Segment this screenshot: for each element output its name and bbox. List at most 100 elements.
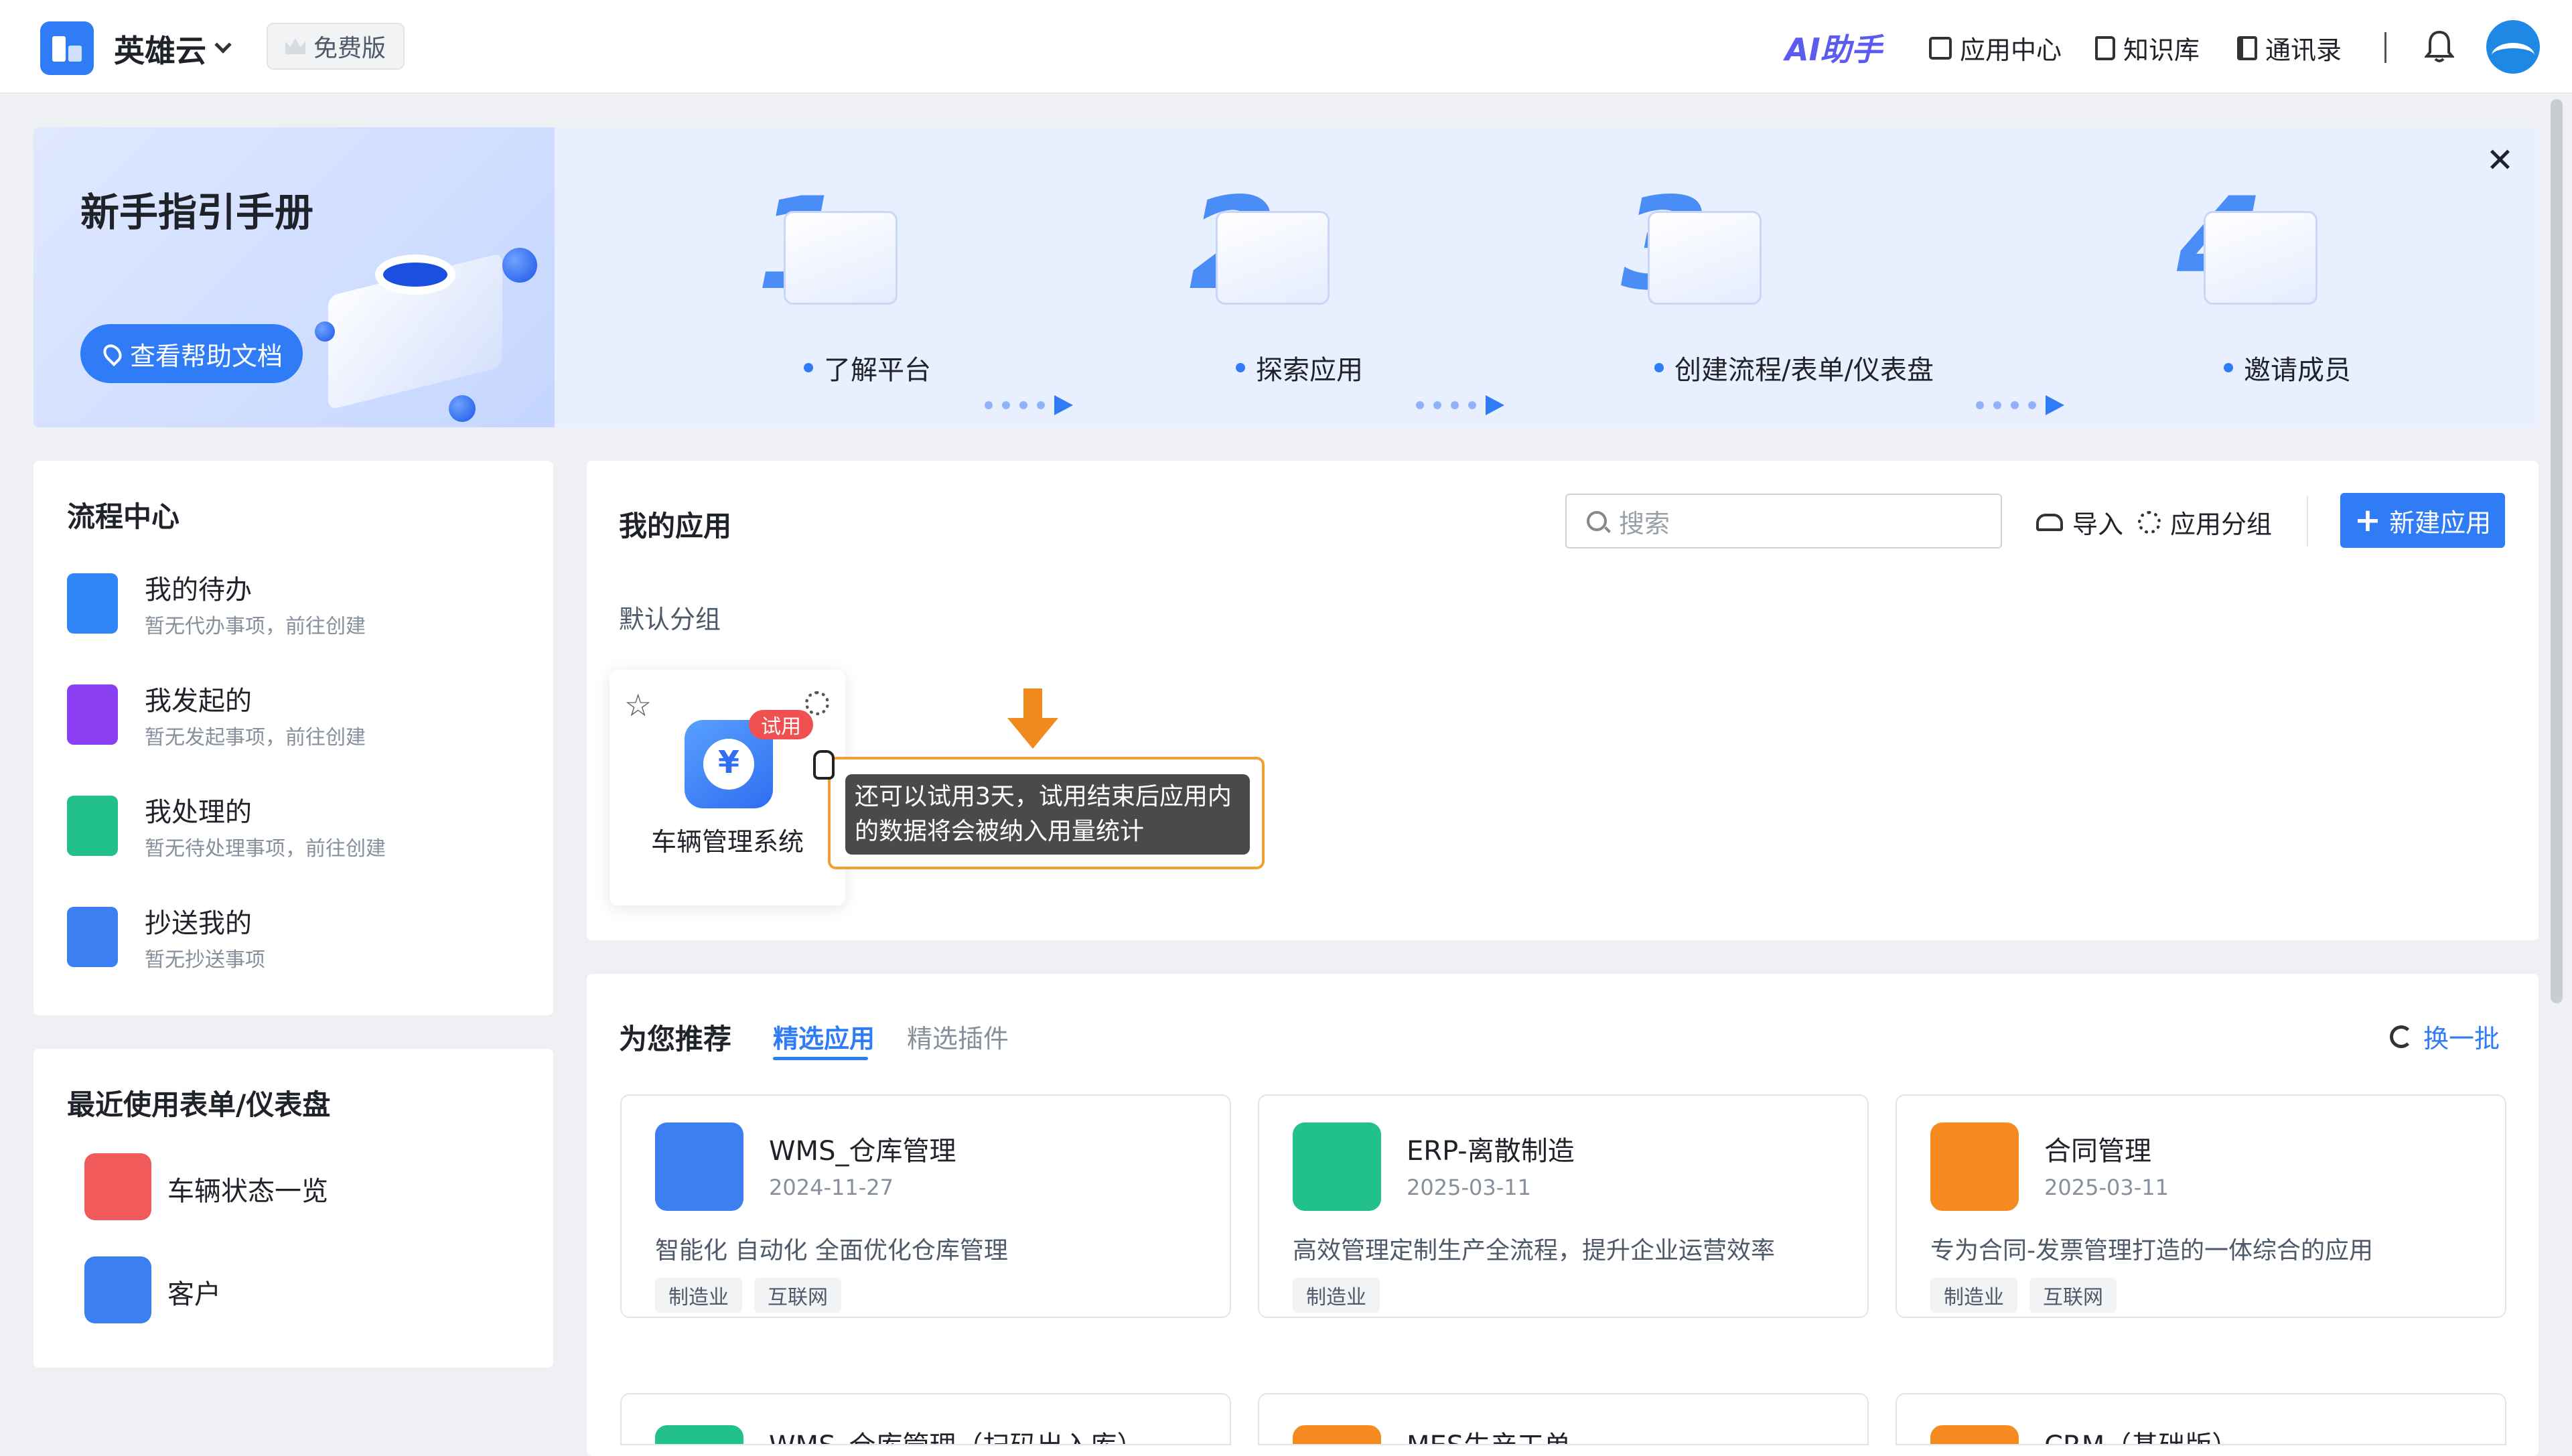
rec-card-tags: 制造业 互联网 — [1930, 1278, 2117, 1313]
my-apps-title: 我的应用 — [619, 510, 732, 542]
flow-item-sub: 暂无代办事项，前往创建 — [145, 615, 366, 638]
flow-item-name: 抄送我的 — [145, 908, 252, 939]
nav-knowledge-base[interactable]: 知识库 — [2095, 29, 2200, 66]
guide-disc-illustration — [375, 254, 455, 295]
rec-card-name: ERP-离散制造 — [1407, 1136, 1575, 1167]
nav-app-center-label: 应用中心 — [1960, 35, 2062, 65]
recent-item-name[interactable]: 车辆状态一览 — [167, 1169, 328, 1208]
rec-card-name: CRM（基础版） — [2044, 1424, 2238, 1444]
brand-logo-icon[interactable] — [40, 21, 94, 75]
flow-item-name: 我发起的 — [145, 686, 252, 717]
cloud-upload-icon — [2036, 513, 2063, 531]
rec-card-contract[interactable]: 合同管理 2025-03-11 专为合同-发票管理打造的一体综合的应用 制造业 … — [1896, 1094, 2506, 1318]
rec-card-mes[interactable]: MES生产工单 — [1258, 1393, 1869, 1445]
search-placeholder: 搜索 — [1619, 508, 1670, 538]
guide-ball-illustration — [449, 395, 476, 422]
app-center-icon — [1929, 36, 1952, 60]
new-app-button[interactable]: + 新建应用 — [2340, 493, 2505, 548]
refresh-label: 换一批 — [2423, 1024, 2500, 1053]
rec-card-name: WMS_仓库管理（扫码出入库） — [769, 1424, 1143, 1444]
rec-card-desc: 高效管理定制生产全流程，提升企业运营效率 — [1293, 1237, 1776, 1264]
new-app-label: 新建应用 — [2389, 508, 2492, 538]
import-button[interactable]: 导入 — [2036, 504, 2123, 540]
step-label: 探索应用 — [1236, 348, 1363, 387]
tooltip-line: 还可以试用3天，试用结束后应用内 — [855, 783, 1232, 810]
member-illustration — [2204, 211, 2317, 305]
chevron-down-icon — [214, 36, 232, 54]
gear-icon[interactable] — [805, 691, 829, 715]
step-label-text: 创建流程/表单/仪表盘 — [1674, 355, 1934, 386]
rec-card-wms-scan[interactable]: WMS_仓库管理（扫码出入库） — [620, 1393, 1231, 1445]
crm-icon — [1930, 1425, 2019, 1444]
search-icon — [1587, 511, 1607, 531]
rec-card-date: 2024-11-27 — [769, 1175, 894, 1200]
contract-icon — [1930, 1122, 2019, 1211]
flow-item-initiated[interactable]: 我发起的 暂无发起事项，前往创建 — [33, 679, 553, 773]
rec-card-erp[interactable]: ERP-离散制造 2025-03-11 高效管理定制生产全流程，提升企业运营效率… — [1258, 1094, 1869, 1318]
recent-item-name[interactable]: 客户 — [167, 1272, 221, 1311]
bullet-dot — [2224, 363, 2233, 372]
industry-tag: 互联网 — [2029, 1278, 2117, 1313]
help-docs-button[interactable]: 查看帮助文档 — [80, 324, 303, 383]
close-guide-icon[interactable] — [2485, 145, 2514, 174]
flow-center-title: 流程中心 — [67, 500, 180, 533]
step-3-illustration: 3 — [1621, 181, 1768, 315]
guide-title: 新手指引手册 — [80, 190, 314, 235]
step-label-text: 邀请成员 — [2244, 355, 2351, 386]
brand-name: 英雄云 — [114, 33, 206, 69]
flow-item-todo[interactable]: 我的待办 暂无代办事项，前往创建 — [33, 568, 553, 662]
nav-app-center[interactable]: 应用中心 — [1929, 29, 2062, 66]
flow-item-sub: 暂无发起事项，前往创建 — [145, 726, 366, 749]
send-icon — [67, 907, 118, 967]
step-1-illustration: 1 — [757, 181, 904, 315]
rec-card-tags: 制造业 — [1293, 1278, 1380, 1313]
flow-item-name: 我的待办 — [145, 575, 252, 605]
bullet-dot — [1236, 363, 1245, 372]
app-card-vehicle[interactable]: ☆ ¥ 试用 车辆管理系统 — [610, 670, 845, 905]
nav-knowledge-base-label: 知识库 — [2123, 35, 2200, 65]
location-pin-icon — [99, 340, 126, 367]
import-label: 导入 — [2072, 510, 2124, 539]
refresh-icon — [2390, 1025, 2413, 1048]
plan-badge[interactable]: 免费版 — [267, 23, 405, 70]
workspace-switcher[interactable]: 英雄云 — [114, 27, 232, 71]
flow-center-panel: 流程中心 我的待办 暂无代办事项，前往创建 我发起的 暂无发起事项，前往创建 我… — [33, 461, 553, 1015]
search-input[interactable]: 搜索 — [1565, 494, 2002, 549]
ai-assistant-button[interactable]: AI助手 — [1785, 25, 1882, 70]
app-group-button[interactable]: 应用分组 — [2138, 504, 2272, 540]
header-divider — [2384, 32, 2386, 63]
active-tab-indicator — [773, 1057, 868, 1060]
nav-contacts[interactable]: 通讯录 — [2237, 29, 2342, 66]
chart-icon[interactable] — [84, 1153, 151, 1220]
factory-icon — [1293, 1122, 1381, 1211]
star-icon[interactable]: ☆ — [624, 690, 652, 721]
help-docs-label: 查看帮助文档 — [130, 341, 283, 371]
recent-forms-panel: 最近使用表单/仪表盘 车辆状态一览 客户 — [33, 1049, 553, 1368]
trial-tooltip-highlight: 还可以试用3天，试用结束后应用内 的数据将会被纳入用量统计 — [828, 757, 1265, 869]
industry-tag: 制造业 — [655, 1278, 742, 1313]
page-scrollbar[interactable] — [2551, 99, 2563, 1003]
refresh-button[interactable]: 换一批 — [2390, 1018, 2500, 1055]
step-label-text: 了解平台 — [824, 355, 931, 386]
tab-featured-plugins[interactable]: 精选插件 — [907, 1018, 1009, 1055]
plan-badge-label: 免费版 — [313, 35, 386, 62]
tooltip-line: 的数据将会被纳入用量统计 — [855, 818, 1145, 845]
rec-card-desc: 智能化 自动化 全面优化仓库管理 — [655, 1237, 1008, 1264]
bullet-dot — [1654, 363, 1664, 372]
rec-card-wms[interactable]: WMS_仓库管理 2024-11-27 智能化 自动化 全面优化仓库管理 制造业… — [620, 1094, 1231, 1318]
default-group-label: 默认分组 — [619, 605, 721, 634]
bell-icon[interactable] — [2425, 29, 2454, 63]
flow-item-handled[interactable]: 我处理的 暂无待处理事项，前往创建 — [33, 790, 553, 884]
document-icon[interactable] — [84, 1256, 151, 1323]
flow-item-cc[interactable]: 抄送我的 暂无抄送事项 — [33, 901, 553, 995]
app-name: 车辆管理系统 — [650, 827, 804, 857]
user-avatar[interactable] — [2486, 20, 2540, 74]
guide-ball-illustration — [315, 321, 335, 342]
trial-tooltip: 还可以试用3天，试用结束后应用内 的数据将会被纳入用量统计 — [845, 774, 1250, 855]
tab-featured-apps[interactable]: 精选应用 — [773, 1018, 875, 1055]
list-illustration — [1216, 211, 1330, 305]
work-order-icon — [1293, 1425, 1381, 1444]
step-2-illustration: 2 — [1189, 181, 1336, 315]
task-icon — [67, 796, 118, 856]
rec-card-crm[interactable]: CRM（基础版） — [1896, 1393, 2506, 1445]
